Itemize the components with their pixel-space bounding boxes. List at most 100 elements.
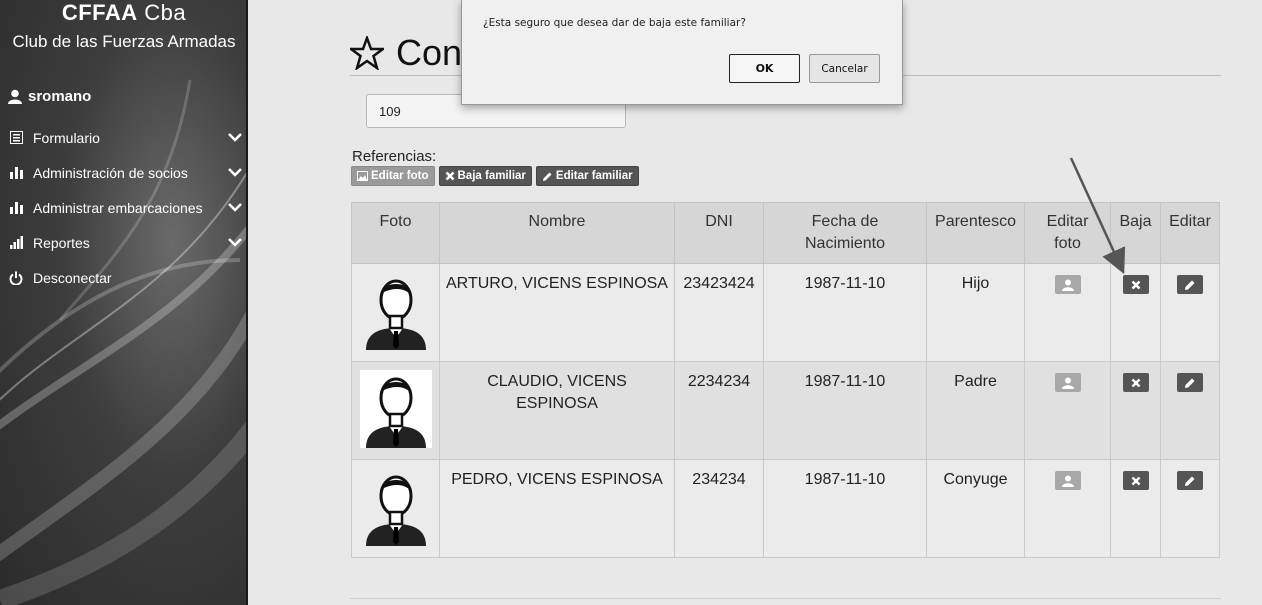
cell-parentesco: Conyuge	[926, 459, 1025, 558]
user-icon	[1061, 377, 1074, 389]
table-row: PEDRO, VICENS ESPINOSA 234234 1987-11-10…	[351, 459, 1220, 558]
cell-dni: 234234	[674, 459, 764, 558]
cell-editar	[1160, 263, 1220, 362]
dialog-message: ¿Esta seguro que desea dar de baja este …	[483, 17, 746, 29]
col-header-dni: DNI	[674, 202, 764, 264]
chevron-down-icon	[228, 238, 242, 247]
remove-member-button[interactable]	[1122, 275, 1149, 294]
chevron-down-icon	[228, 203, 242, 212]
chevron-down-icon	[228, 168, 242, 177]
edit-photo-button[interactable]	[1054, 275, 1081, 294]
list-icon	[8, 130, 24, 146]
remove-member-button[interactable]	[1122, 373, 1149, 392]
references-label: Referencias:	[352, 148, 437, 165]
cell-baja	[1110, 459, 1161, 558]
sidebar-item-label: Desconectar	[33, 269, 112, 286]
edit-member-button[interactable]	[1177, 373, 1203, 392]
cell-foto	[351, 361, 440, 460]
bar-chart-icon	[8, 200, 24, 216]
cell-fecha: 1987-11-10	[763, 459, 927, 558]
user-icon	[1061, 475, 1074, 487]
cell-editar-foto	[1024, 459, 1111, 558]
signal-icon	[8, 235, 24, 251]
x-icon	[1131, 378, 1140, 387]
user-icon	[1061, 279, 1074, 291]
ok-button[interactable]: OK	[729, 54, 800, 83]
cell-fecha: 1987-11-10	[763, 361, 927, 460]
edit-photo-button[interactable]	[1054, 373, 1081, 392]
sidebar-item-label: Administración de socios	[33, 164, 188, 181]
table-row: ARTURO, VICENS ESPINOSA 23423424 1987-11…	[351, 263, 1220, 362]
page-title-text: Con	[396, 32, 463, 73]
cell-fecha: 1987-11-10	[763, 263, 927, 362]
brand-subtitle: Club de las Fuerzas Armadas	[12, 32, 236, 51]
x-icon	[445, 171, 454, 181]
cell-editar	[1160, 459, 1220, 558]
sidebar-item-formulario[interactable]: Formulario	[0, 120, 246, 155]
avatar-icon	[365, 279, 426, 350]
x-icon	[1131, 476, 1140, 485]
bar-chart-icon	[8, 165, 24, 181]
cell-baja	[1110, 263, 1161, 362]
x-icon	[1131, 280, 1140, 289]
cell-editar-foto	[1024, 361, 1111, 460]
remove-member-button[interactable]	[1122, 471, 1149, 490]
cell-dni: 2234234	[674, 361, 764, 460]
pencil-icon	[1185, 476, 1195, 486]
cell-nombre: ARTURO, VICENS ESPINOSA	[439, 263, 675, 362]
cell-editar-foto	[1024, 263, 1111, 362]
footer-divider	[350, 598, 1221, 599]
sidebar-menu: Formulario Administración de socios Admi…	[0, 120, 246, 295]
sidebar-item-label: Administrar embarcaciones	[33, 199, 203, 216]
col-header-nombre: Nombre	[439, 202, 675, 264]
power-icon	[8, 270, 24, 286]
cell-nombre: CLAUDIO, VICENS ESPINOSA	[439, 361, 675, 460]
legend-remove-member: Baja familiar	[438, 166, 532, 186]
cell-foto	[351, 459, 440, 558]
cell-parentesco: Padre	[926, 361, 1025, 460]
pencil-icon	[1185, 378, 1195, 388]
picture-icon	[357, 171, 368, 181]
sidebar-item-label: Reportes	[33, 234, 90, 251]
sidebar-item-label: Formulario	[33, 129, 100, 146]
legend-edit-photo: Editar foto	[351, 166, 435, 186]
references-legend: Editar foto Baja familiar Editar familia…	[351, 166, 639, 186]
brand-title: CFFAA Cba	[61, 0, 187, 25]
current-user[interactable]: sromano	[8, 88, 91, 105]
user-icon	[8, 89, 22, 104]
col-header-baja: Baja	[1110, 202, 1161, 264]
cell-dni: 23423424	[674, 263, 764, 362]
col-header-foto: Foto	[351, 202, 440, 264]
pencil-icon	[1185, 280, 1195, 290]
brand: CFFAA Cba Club de las Fuerzas Armadas	[0, 0, 246, 52]
sidebar-item-reportes[interactable]: Reportes	[0, 225, 246, 260]
cancel-button[interactable]: Cancelar	[809, 54, 880, 83]
sidebar-item-embarcaciones[interactable]: Administrar embarcaciones	[0, 190, 246, 225]
sidebar-item-desconectar[interactable]: Desconectar	[0, 260, 246, 295]
sidebar-item-socios[interactable]: Administración de socios	[0, 155, 246, 190]
col-header-fecha: Fecha de Nacimiento	[763, 202, 927, 264]
family-table: Foto Nombre DNI Fecha de Nacimiento Paren…	[351, 202, 1220, 558]
cell-foto	[351, 263, 440, 362]
confirm-dialog: ¿Esta seguro que desea dar de baja este …	[461, 0, 903, 105]
legend-edit-member: Editar familiar	[535, 166, 639, 186]
edit-photo-button[interactable]	[1054, 471, 1081, 490]
cell-editar	[1160, 361, 1220, 460]
pencil-icon	[542, 172, 552, 181]
page-title: Con	[350, 32, 462, 74]
col-header-parentesco: Parentesco	[926, 202, 1025, 264]
table-row: CLAUDIO, VICENS ESPINOSA 2234234 1987-11…	[351, 361, 1220, 460]
cell-parentesco: Hijo	[926, 263, 1025, 362]
cell-nombre: PEDRO, VICENS ESPINOSA	[439, 459, 675, 558]
table-header-row: Foto Nombre DNI Fecha de Nacimiento Paren…	[351, 202, 1220, 264]
col-header-editar: Editar	[1160, 202, 1220, 264]
star-icon	[350, 36, 384, 70]
cell-baja	[1110, 361, 1161, 460]
avatar-icon	[365, 475, 426, 546]
chevron-down-icon	[228, 133, 242, 142]
col-header-editar-foto: Editar foto	[1024, 202, 1111, 264]
edit-member-button[interactable]	[1177, 275, 1203, 294]
edit-member-button[interactable]	[1177, 471, 1203, 490]
sidebar: CFFAA Cba Club de las Fuerzas Armadas sr…	[0, 0, 248, 605]
avatar-icon	[359, 370, 432, 448]
